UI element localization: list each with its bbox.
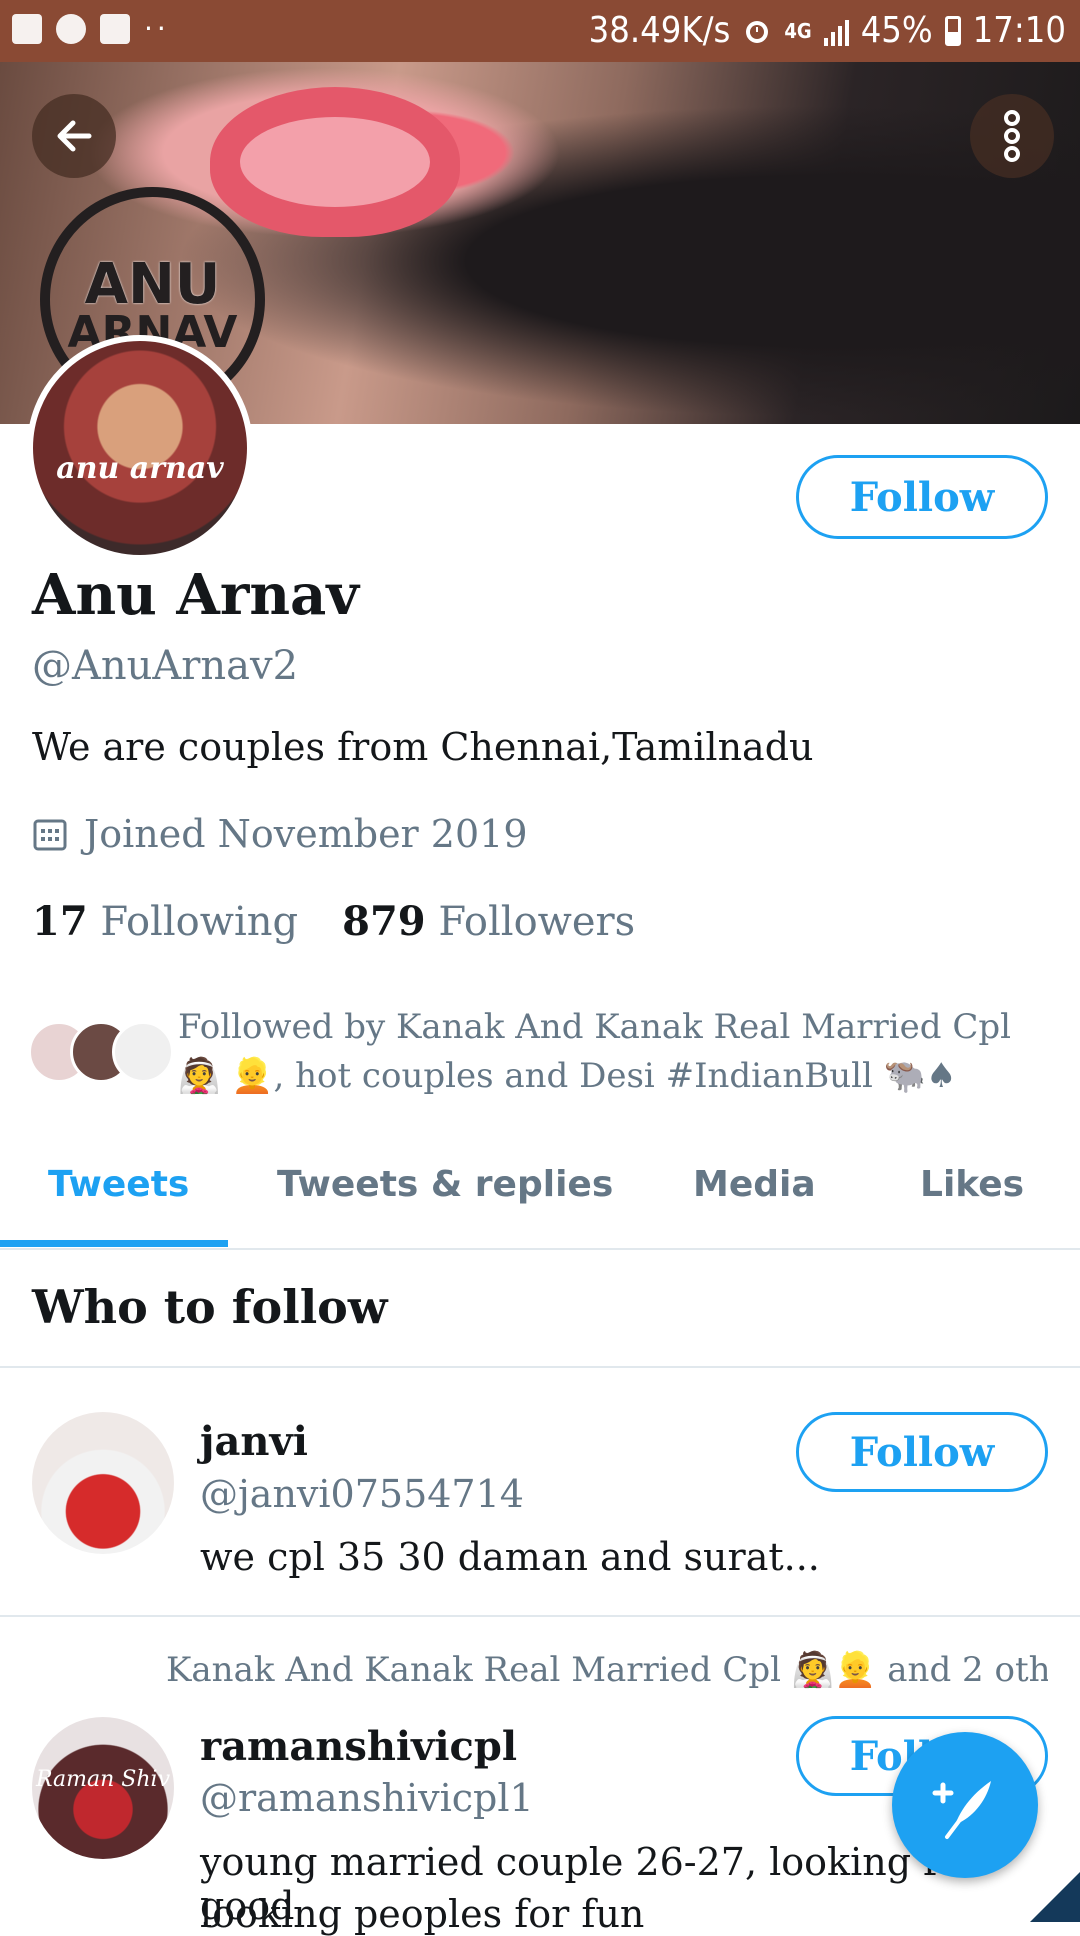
suggestion-bio-continued: looking peoples for fun [200,1892,645,1936]
followers-link[interactable]: 879 Followers [342,898,635,945]
avatar-caption: Raman Shiv [35,1767,171,1792]
followed-by-avatars [28,1021,174,1087]
status-bar: ·· 38.49K/s 4G 45% 17:10 [0,0,1080,62]
more-vertical-icon [1004,110,1020,162]
who-to-follow-title: Who to follow [32,1280,388,1334]
calendar-icon [100,13,130,44]
alarm-icon [746,20,769,43]
corner-indicator [1030,1862,1080,1922]
suggestion-handle: @ramanshivicpl1 [200,1776,534,1820]
follow-stats: 17 Following 879 Followers [32,898,635,945]
follow-button[interactable]: Follow [796,1412,1048,1492]
follow-button[interactable]: Follow [796,455,1048,539]
joined-text: Joined November 2019 [84,812,528,856]
profile-bio: We are couples from Chennai,Tamilnadu [32,725,814,769]
followed-by-text: Followed by Kanak And Kanak Real Married… [178,1007,1011,1096]
following-link[interactable]: 17 Following [32,898,298,945]
avatar [112,1021,174,1083]
suggestion-handle: @janvi07554714 [200,1472,524,1516]
tab-likes[interactable]: Likes [920,1164,1024,1205]
compose-feather-icon [932,1781,991,1839]
more-options-button[interactable] [970,94,1054,178]
go-icon [56,13,86,44]
back-button[interactable] [32,94,116,178]
tab-media[interactable]: Media [693,1164,816,1205]
suggestion-bio: we cpl 35 30 daman and surat... [200,1535,820,1579]
signal-icon [823,16,849,46]
profile-handle: @AnuArnav2 [32,643,299,689]
battery-icon [944,15,961,46]
divider [0,1366,1080,1368]
active-tab-indicator [0,1240,228,1247]
network-speed: 38.49K/s [588,10,731,51]
social-context: Kanak And Kanak Real Married Cpl 👰👱 and … [148,1650,1048,1690]
profile-avatar[interactable]: anu arnav [27,335,253,561]
suggestion-name[interactable]: janvi [200,1418,308,1465]
avatar[interactable] [32,1412,174,1554]
arrow-left-icon [57,120,92,152]
calendar-icon [33,819,67,851]
profile-tabs: Tweets Tweets & replies Media Likes [0,1140,1080,1250]
social-context-text: Kanak And Kanak Real Married Cpl 👰👱 and … [166,1650,1048,1690]
avatar-caption: anu arnav [56,451,224,486]
clock: 17:10 [972,10,1066,51]
joined-date: Joined November 2019 [32,812,528,856]
divider [0,1615,1080,1617]
battery-percent: 45% [860,10,933,51]
avatar[interactable]: Raman Shiv [32,1717,174,1859]
suggestion-name[interactable]: ramanshivicpl [200,1723,517,1770]
network-type: 4G [784,18,812,43]
more-dots-icon: ·· [144,12,170,45]
compose-tweet-button[interactable] [892,1732,1038,1878]
gallery-icon [12,13,42,44]
tab-tweets[interactable]: Tweets [48,1164,189,1205]
tab-tweets-replies[interactable]: Tweets & replies [277,1164,613,1205]
profile-name: Anu Arnav [32,562,359,628]
